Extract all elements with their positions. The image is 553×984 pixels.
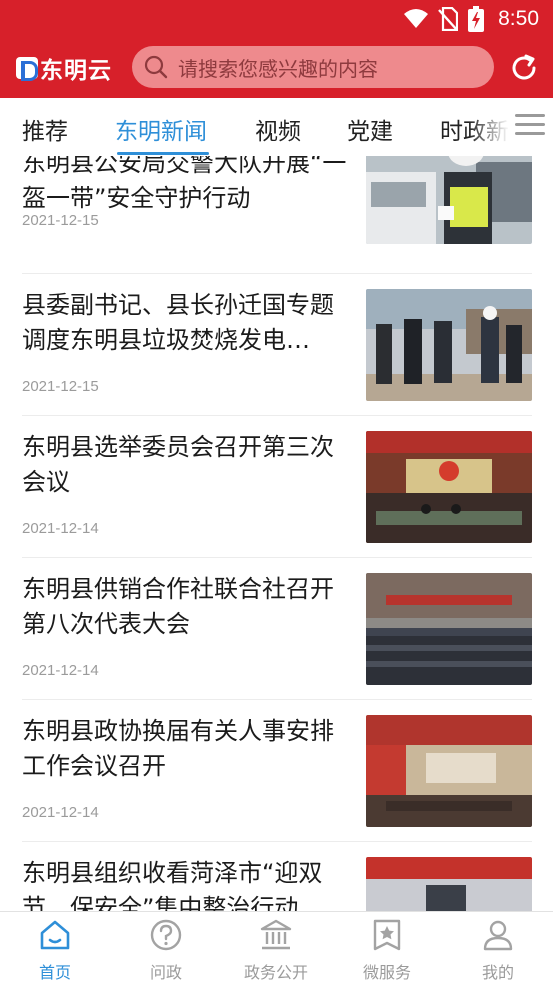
nav-ask-label: 问政 [149,963,182,982]
nav-gov-affairs[interactable]: 政务公开 [221,912,331,984]
news-title: 东明县供销合作社联合社召开第八次代表大会 [22,575,334,638]
video-conference-photo [366,857,532,911]
app-header: 东明云 请搜索您感兴趣的内容 [0,38,553,98]
officials-inspection-photo [366,289,532,401]
news-list: 东明县公安局交警大队开展“一盔一带”安全守护行动 2021-12-15 县委副书… [0,156,553,911]
nav-mine[interactable]: 我的 [443,912,553,984]
bookmark-star-icon [373,919,401,951]
news-title: 东明县组织收看菏泽市“迎双节、保安全”集中整治行动 [22,859,323,911]
news-date: 2021-12-14 [22,662,99,679]
news-date: 2021-12-15 [22,378,99,395]
news-title: 东明县公安局交警大队开展“一盔一带”安全守护行动 [22,156,347,212]
search-icon [144,55,168,79]
nav-mine-label: 我的 [481,963,514,982]
news-item[interactable]: 东明县选举委员会召开第三次会议 2021-12-14 [22,416,532,558]
nav-micro-service[interactable]: 微服务 [332,912,442,984]
cppcc-meeting-photo [366,715,532,827]
news-date: 2021-12-14 [22,520,99,537]
nav-ask[interactable]: 问政 [111,912,221,984]
tab-recommend[interactable]: 推荐 [22,112,68,146]
news-date: 2021-12-14 [22,804,99,821]
news-title: 东明县政协换届有关人事安排工作会议召开 [22,717,334,780]
app-logo: 东明云 [16,52,112,84]
news-item[interactable]: 东明县供销合作社联合社召开第八次代表大会 2021-12-14 [22,558,532,700]
tab-dongming-news[interactable]: 东明新闻 [115,112,207,146]
active-tab-indicator [117,152,209,155]
logo-text: 东明云 [40,57,112,84]
tab-video[interactable]: 视频 [255,112,301,146]
status-time: 8:50 [498,7,539,30]
traffic-police-photo [366,156,532,244]
status-bar: 8:50 [0,0,553,38]
user-icon [483,920,513,951]
refresh-icon[interactable] [508,52,540,84]
channel-menu-icon[interactable] [515,114,545,138]
nav-home[interactable]: 首页 [0,912,110,984]
news-item[interactable]: 东明县政协换届有关人事安排工作会议召开 2021-12-14 [22,700,532,842]
logo-mark-icon [16,57,38,81]
no-sim-icon [438,7,459,31]
nav-home-label: 首页 [38,963,71,982]
battery-charging-icon [468,6,485,32]
tab-party-building[interactable]: 党建 [347,112,393,146]
nav-micro-service-label: 微服务 [362,963,411,982]
election-meeting-photo [366,431,532,543]
search-bar[interactable]: 请搜索您感兴趣的内容 [132,46,494,88]
news-title: 东明县选举委员会召开第三次会议 [22,433,334,496]
news-item[interactable]: 东明县组织收看菏泽市“迎双节、保安全”集中整治行动 [22,842,532,911]
government-building-icon [260,919,292,950]
news-date: 2021-12-15 [22,212,99,229]
news-item[interactable]: 县委副书记、县长孙迁国专题调度东明县垃圾焚烧发电… 2021-12-15 [22,274,532,416]
search-placeholder: 请搜索您感兴趣的内容 [178,56,378,81]
bottom-navigation: 首页 问政 政务公开 微服务 我的 [0,911,553,983]
news-title: 县委副书记、县长孙迁国专题调度东明县垃圾焚烧发电… [22,291,334,354]
home-icon [40,920,70,950]
news-item[interactable]: 东明县公安局交警大队开展“一盔一带”安全守护行动 2021-12-15 [22,156,532,274]
congress-group-photo [366,573,532,685]
category-tabs: 推荐 东明新闻 视频 党建 时政新 [0,98,553,156]
wifi-icon [404,9,429,28]
nav-gov-affairs-label: 政务公开 [243,963,308,982]
tabs-fade [469,98,509,156]
question-icon [150,919,182,951]
